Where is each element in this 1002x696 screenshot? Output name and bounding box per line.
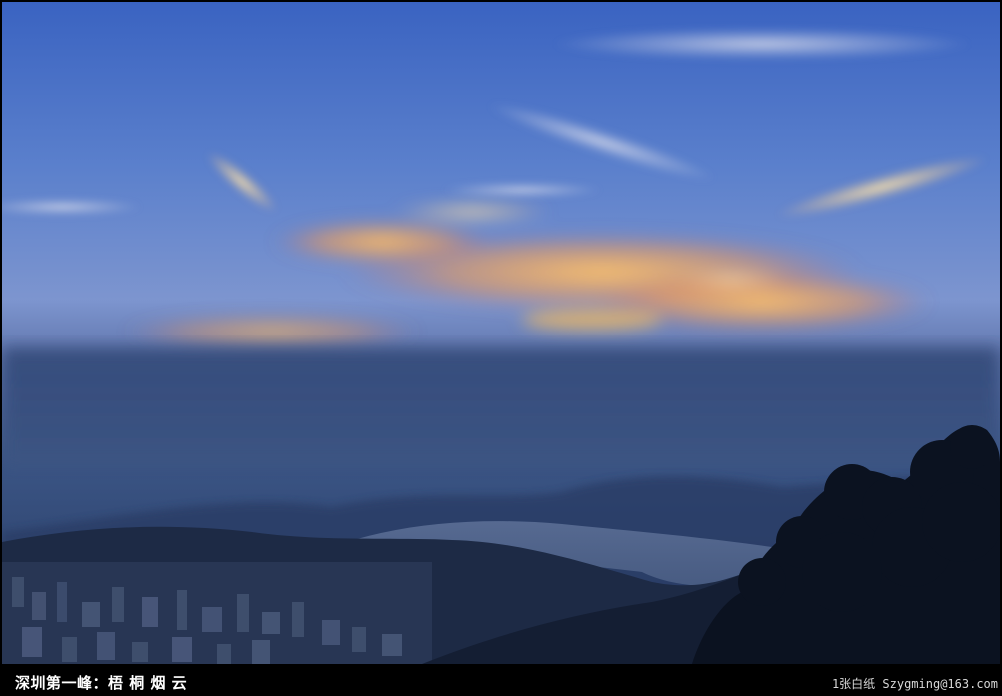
photo-title: 深圳第一峰：梧 桐 烟 云 [15, 674, 188, 692]
caption-bar: 深圳第一峰：梧 桐 烟 云 1张白纸 Szygming@163.com [0, 666, 1002, 696]
landscape-photo [2, 2, 1000, 664]
cloud-band [2, 347, 1000, 467]
city-buildings [2, 562, 432, 664]
photo-scene [2, 2, 1000, 664]
photo-credit: 1张白纸 Szygming@163.com [831, 677, 998, 691]
